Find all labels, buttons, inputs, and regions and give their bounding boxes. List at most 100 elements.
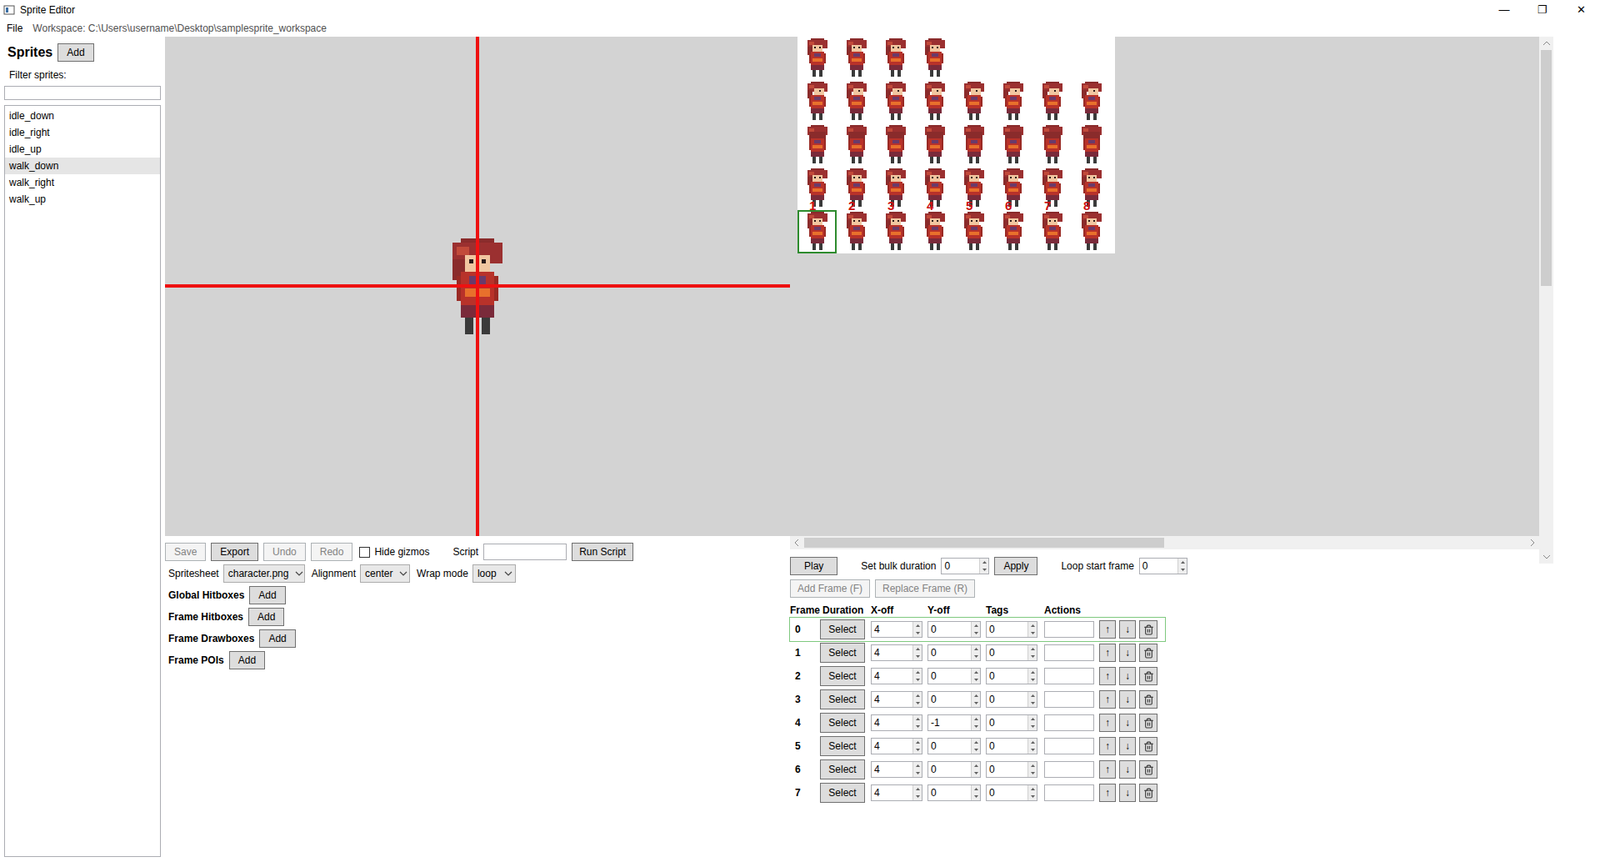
spin-down-icon[interactable] <box>971 722 981 730</box>
y-offset-input[interactable]: 0 <box>985 760 1038 778</box>
scroll-left-icon[interactable] <box>790 535 804 550</box>
x-offset-input[interactable]: 0 <box>927 644 981 661</box>
spin-down-icon[interactable] <box>1028 629 1038 637</box>
spin-up-icon[interactable] <box>1178 558 1188 566</box>
spin-down-icon[interactable] <box>913 792 923 800</box>
move-up-button[interactable]: ↑ <box>1099 643 1116 662</box>
setting-dropdown[interactable]: character.png <box>223 564 305 583</box>
frame-row[interactable]: 7Select400↑↓ <box>790 780 1165 805</box>
spin-up-icon[interactable] <box>971 691 981 700</box>
scroll-down-icon[interactable] <box>1540 550 1554 564</box>
spritesheet-view[interactable]: 12345678 <box>790 36 1540 536</box>
spin-up-icon[interactable] <box>1028 738 1038 746</box>
scroll-right-icon[interactable] <box>1525 535 1540 550</box>
select-frame-button[interactable]: Select <box>820 782 865 803</box>
delete-frame-button[interactable] <box>1139 620 1158 639</box>
spin-down-icon[interactable] <box>1028 792 1038 800</box>
select-frame-button[interactable]: Select <box>820 712 865 733</box>
sheet-cell[interactable] <box>836 36 876 80</box>
delete-frame-button[interactable] <box>1139 690 1158 709</box>
spin-down-icon[interactable] <box>913 722 923 730</box>
bulk-duration-input[interactable]: 0 <box>940 557 990 575</box>
sheet-cell[interactable] <box>1071 123 1111 167</box>
spin-down-icon[interactable] <box>971 745 981 754</box>
y-offset-input[interactable]: 0 <box>985 737 1038 755</box>
duration-input[interactable]: 4 <box>870 714 923 731</box>
window-control-button[interactable]: ✕ <box>1561 1 1600 19</box>
spin-up-icon[interactable] <box>913 715 923 723</box>
spin-up-icon[interactable] <box>913 761 923 770</box>
replace-frame-button[interactable]: Replace Frame (R) <box>875 579 975 598</box>
spin-down-icon[interactable] <box>971 675 981 684</box>
spin-down-icon[interactable] <box>1028 652 1038 660</box>
spin-up-icon[interactable] <box>971 738 981 746</box>
setting-dropdown[interactable]: loop <box>472 564 516 583</box>
select-frame-button[interactable]: Select <box>820 759 865 780</box>
spin-up-icon[interactable] <box>980 558 990 566</box>
spin-up-icon[interactable] <box>913 621 923 630</box>
sheet-cell[interactable] <box>915 36 955 80</box>
sheet-cell[interactable] <box>915 80 955 124</box>
delete-frame-button[interactable] <box>1139 643 1158 662</box>
move-down-button[interactable]: ↓ <box>1119 643 1136 662</box>
sheet-cell[interactable] <box>797 80 837 124</box>
duration-input[interactable]: 4 <box>870 784 923 801</box>
play-button[interactable]: Play <box>790 556 838 575</box>
spin-up-icon[interactable] <box>1028 621 1038 630</box>
sheet-cell[interactable] <box>915 123 955 167</box>
hide-gizmos-checkbox[interactable]: Hide gizmos <box>359 544 430 560</box>
sheet-cell[interactable] <box>993 123 1033 167</box>
spin-up-icon[interactable] <box>1028 691 1038 700</box>
sprite-list-item[interactable]: idle_up <box>5 140 160 158</box>
frame-row[interactable]: 6Select400↑↓ <box>790 757 1165 781</box>
spin-up-icon[interactable] <box>913 785 923 793</box>
select-frame-button[interactable]: Select <box>820 642 865 663</box>
select-frame-button[interactable]: Select <box>820 619 865 640</box>
delete-frame-button[interactable] <box>1139 760 1158 779</box>
move-down-button[interactable]: ↓ <box>1119 620 1136 639</box>
sprite-list-item[interactable]: idle_down <box>5 107 160 125</box>
spin-down-icon[interactable] <box>1028 699 1038 707</box>
y-offset-input[interactable]: 0 <box>985 784 1038 801</box>
section-add-button[interactable]: Add <box>248 607 285 626</box>
sheet-cell[interactable]: 1 <box>797 166 837 210</box>
sheet-cell[interactable] <box>1032 80 1072 124</box>
spin-down-icon[interactable] <box>1028 722 1038 730</box>
sheet-cell[interactable]: 8 <box>1071 166 1111 210</box>
toolbar-button[interactable]: Undo <box>263 542 306 561</box>
delete-frame-button[interactable] <box>1139 736 1158 755</box>
toolbar-button[interactable]: Save <box>165 542 206 561</box>
move-down-button[interactable]: ↓ <box>1119 760 1136 779</box>
move-up-button[interactable]: ↑ <box>1099 736 1116 755</box>
sheet-cell[interactable] <box>797 36 837 80</box>
tags-input[interactable] <box>1044 690 1095 708</box>
loop-start-input[interactable]: 0 <box>1139 557 1188 575</box>
spin-up-icon[interactable] <box>971 761 981 770</box>
x-offset-input[interactable]: 0 <box>927 690 981 708</box>
spin-down-icon[interactable] <box>913 745 923 754</box>
filter-input[interactable] <box>4 85 161 100</box>
spin-up-icon[interactable] <box>971 668 981 676</box>
move-up-button[interactable]: ↑ <box>1099 713 1116 732</box>
sheet-cell[interactable] <box>954 123 994 167</box>
y-offset-input[interactable]: 0 <box>985 714 1038 731</box>
spin-up-icon[interactable] <box>971 645 981 653</box>
duration-input[interactable]: 4 <box>870 737 923 755</box>
spin-down-icon[interactable] <box>971 769 981 777</box>
spin-down-icon[interactable] <box>1028 769 1038 777</box>
tags-input[interactable] <box>1044 784 1095 801</box>
sheet-cell[interactable] <box>875 36 915 80</box>
move-up-button[interactable]: ↑ <box>1099 666 1116 685</box>
y-offset-input[interactable]: 0 <box>985 690 1038 708</box>
select-frame-button[interactable]: Select <box>820 665 865 686</box>
spin-down-icon[interactable] <box>913 629 923 637</box>
y-offset-input[interactable]: 0 <box>985 667 1038 685</box>
sheet-cell[interactable] <box>875 123 915 167</box>
spin-down-icon[interactable] <box>971 629 981 637</box>
spin-down-icon[interactable] <box>1028 745 1038 754</box>
spin-up-icon[interactable] <box>1028 761 1038 770</box>
sheet-cell[interactable]: 7 <box>1032 166 1072 210</box>
frame-row[interactable]: 2Select400↑↓ <box>790 664 1165 688</box>
x-offset-input[interactable]: 0 <box>927 620 981 638</box>
tags-input[interactable] <box>1044 644 1095 661</box>
